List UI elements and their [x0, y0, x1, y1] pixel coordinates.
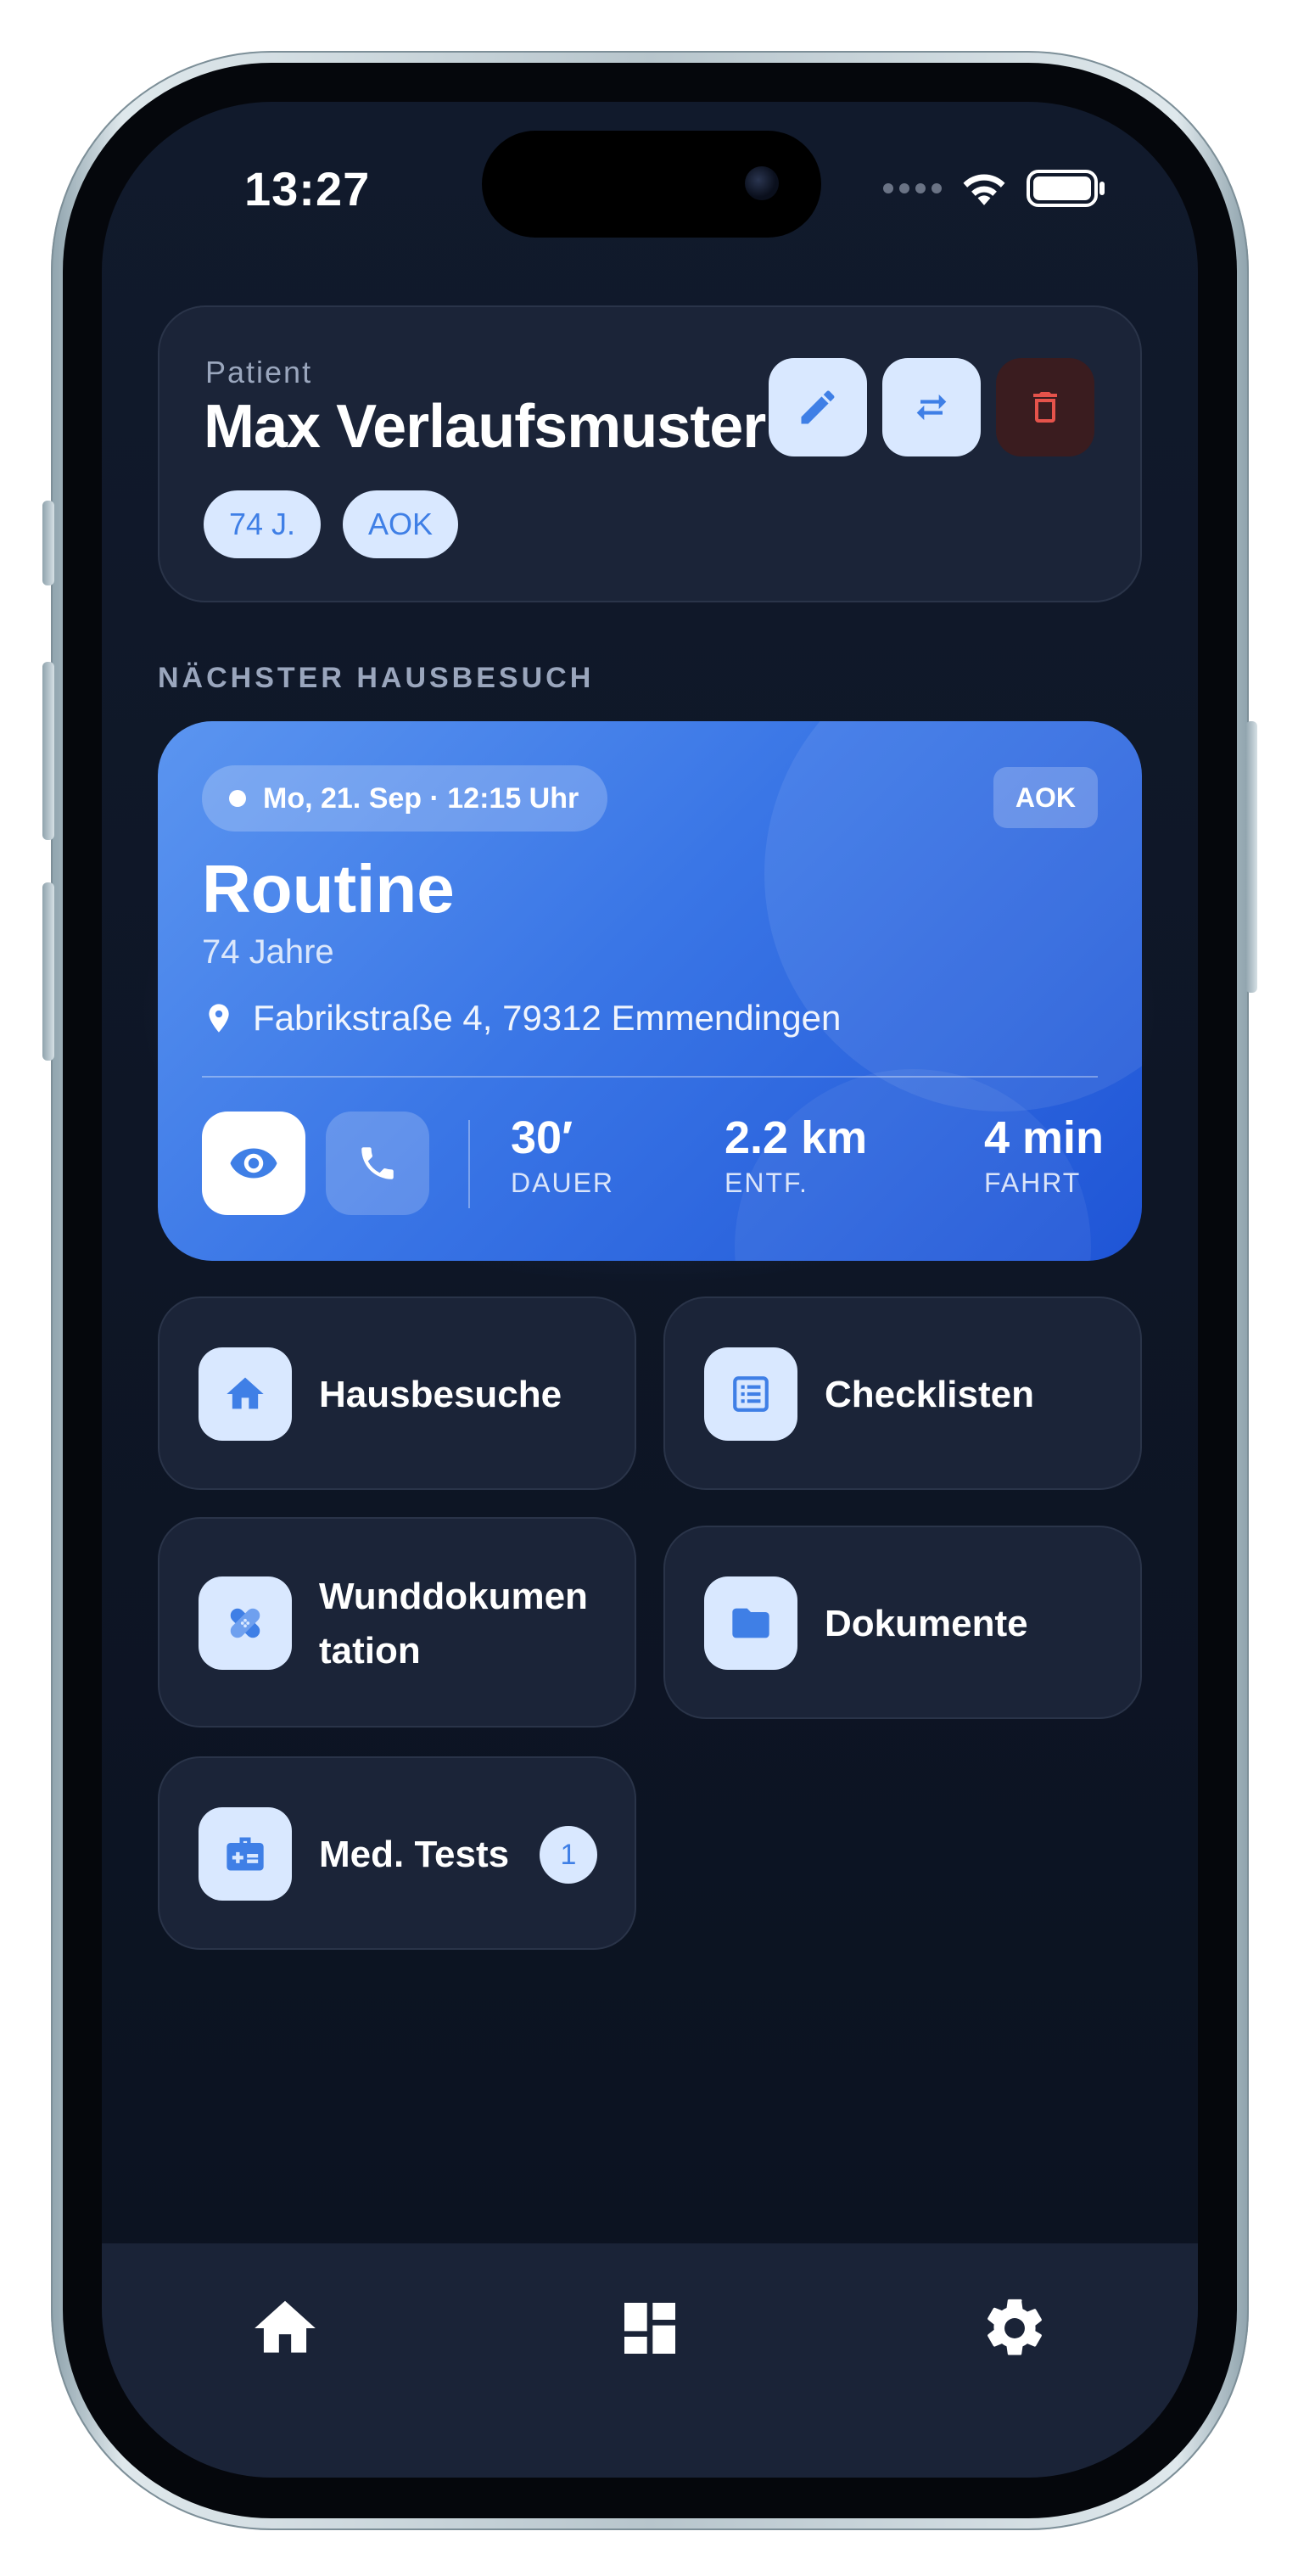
tile-hausbesuche[interactable]: Hausbesuche: [158, 1296, 636, 1490]
age-chip: 74 J.: [204, 490, 322, 558]
patient-card: Patient Max Verlaufsmuster 74 J. AOK: [158, 305, 1142, 602]
swap-icon: [916, 394, 947, 421]
stat-drive-time: 4 min FAHRT: [984, 1112, 1104, 1199]
next-visit-card[interactable]: Mo, 21. Sep · 12:15 Uhr AOK Routine 74 J…: [158, 721, 1142, 1261]
edit-patient-button[interactable]: [769, 358, 867, 456]
bottom-navigation: [102, 2243, 1198, 2478]
status-icons: [883, 170, 1105, 207]
phone-icon: [361, 1147, 394, 1179]
tile-label: Checklisten: [825, 1374, 1034, 1415]
divider: [202, 1076, 1098, 1078]
visit-datetime: Mo, 21. Sep · 12:15 Uhr: [202, 765, 608, 832]
view-visit-button[interactable]: [202, 1112, 305, 1215]
section-label-next-visit: NÄCHSTER HAUSBESUCH: [158, 662, 595, 694]
tile-label: Wunddokumen tation: [319, 1570, 588, 1678]
stat-distance-label: ENTF.: [725, 1168, 808, 1198]
nav-dashboard[interactable]: [607, 2286, 692, 2371]
stat-drive-time-value: 4 min: [984, 1112, 1105, 1163]
divider: [468, 1120, 470, 1208]
tile-wunddokumentation[interactable]: Wunddokumen tation: [158, 1517, 636, 1728]
tile-med-tests[interactable]: Med. Tests 1: [158, 1756, 636, 1950]
dynamic-island: [482, 131, 821, 238]
location-pin-icon: [209, 1004, 229, 1033]
insurer-chip: AOK: [343, 490, 459, 558]
battery-icon: [1027, 170, 1105, 207]
call-patient-button[interactable]: [326, 1112, 429, 1215]
count-badge: 1: [540, 1826, 597, 1884]
tile-label-line2: tation: [319, 1630, 421, 1672]
nav-settings[interactable]: [972, 2286, 1057, 2371]
stat-duration-label: DAUER: [511, 1168, 615, 1198]
volume-down-button: [42, 882, 54, 1061]
stat-drive-time-label: FAHRT: [984, 1168, 1082, 1198]
medical-kit-icon: [199, 1807, 292, 1901]
status-dot: [229, 790, 246, 807]
visit-datetime-text: Mo, 21. Sep · 12:15 Uhr: [263, 782, 579, 815]
tile-label: Med. Tests: [319, 1834, 510, 1875]
visit-insurer-badge: AOK: [993, 767, 1098, 828]
status-time: 13:27: [244, 162, 371, 216]
delete-patient-button[interactable]: [996, 358, 1094, 456]
patient-name: Max Verlaufsmuster: [204, 393, 766, 461]
tile-label: Hausbesuche: [319, 1374, 562, 1415]
pencil-icon: [801, 390, 835, 424]
wifi-icon: [963, 174, 1005, 205]
folder-icon: [704, 1576, 797, 1670]
tile-label: Dokumente: [825, 1603, 1028, 1644]
power-button: [1245, 721, 1257, 993]
bandage-icon: [199, 1576, 292, 1670]
switch-patient-button[interactable]: [882, 358, 981, 456]
trash-icon: [1033, 392, 1057, 423]
signal-icon: [883, 183, 942, 193]
list-icon: [704, 1347, 797, 1441]
home-icon: [255, 2300, 316, 2353]
visit-address: Fabrikstraße 4, 79312 Emmendingen: [253, 998, 842, 1038]
stat-duration-value: 30′: [511, 1112, 573, 1163]
tile-dokumente[interactable]: Dokumente: [663, 1526, 1142, 1719]
action-button: [42, 501, 54, 585]
dashboard-icon: [624, 2303, 675, 2354]
settings-icon: [987, 2299, 1042, 2355]
camera-icon: [745, 166, 779, 200]
stat-duration: 30′ DAUER: [511, 1112, 614, 1199]
eye-icon: [230, 1148, 277, 1179]
stat-distance: 2.2 km ENTF.: [725, 1112, 867, 1199]
visit-title: Routine: [202, 851, 455, 927]
app-screen: 13:27 Patient Max Verlaufsmuster 74 J. A…: [102, 102, 1198, 2478]
tile-checklisten[interactable]: Checklisten: [663, 1296, 1142, 1490]
visit-age: 74 Jahre: [202, 933, 334, 971]
volume-up-button: [42, 662, 54, 840]
stat-distance-value: 2.2 km: [725, 1112, 868, 1163]
nav-home[interactable]: [243, 2286, 327, 2371]
patient-label: Patient: [205, 355, 313, 389]
home-icon: [199, 1347, 292, 1441]
tile-label-line1: Wunddokumen: [319, 1576, 588, 1617]
